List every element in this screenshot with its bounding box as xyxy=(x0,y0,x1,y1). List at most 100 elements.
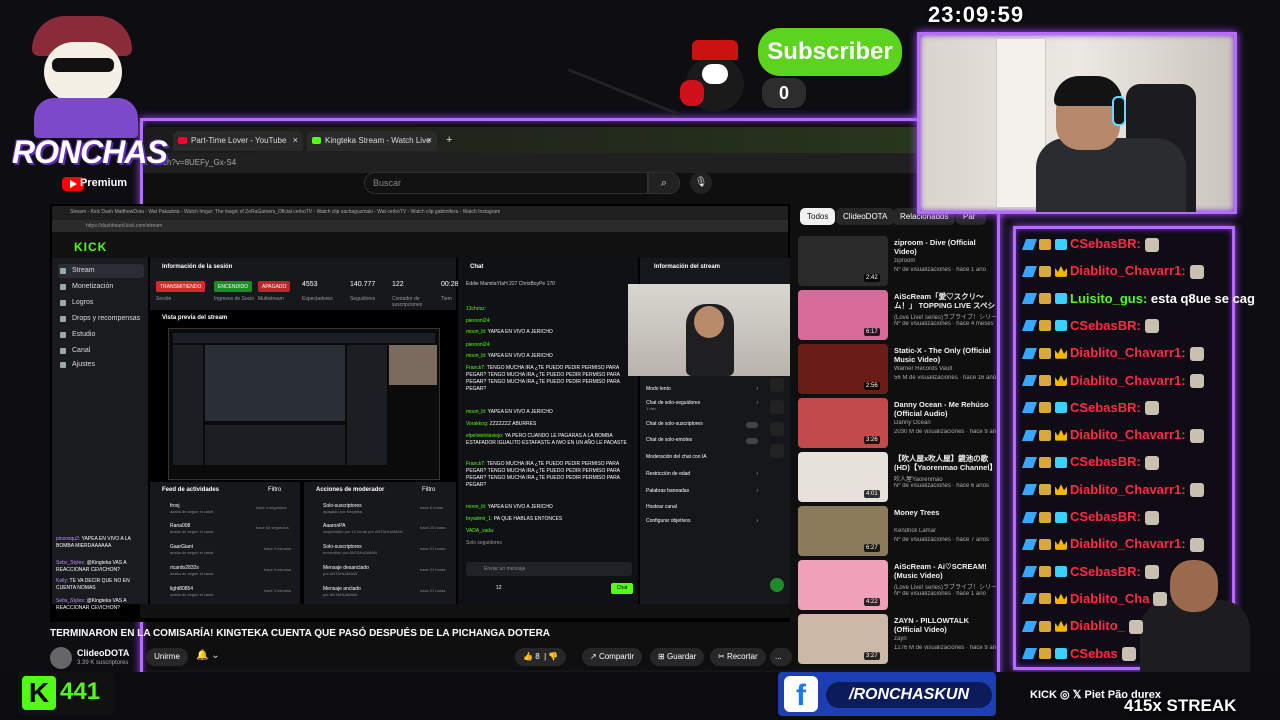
mod-item: Solo-suscriptores encendido por ANTAHUAMA… xyxy=(323,544,377,555)
crown-icon xyxy=(1055,375,1067,387)
channel-avatar[interactable] xyxy=(50,647,72,669)
chat-viewer-figure xyxy=(1140,600,1250,680)
kick-logo: KICK xyxy=(74,240,108,254)
chat-settings-item[interactable]: Modo lento › xyxy=(646,386,758,392)
chat-username: Diablito_Chavarr1: xyxy=(1070,263,1186,279)
wrench-icon[interactable] xyxy=(770,444,784,458)
chat-badges xyxy=(1021,238,1070,252)
search-button[interactable]: ⌕ xyxy=(648,172,680,194)
chat-message: CSebas xyxy=(1021,645,1136,664)
video-meta: 56 M de visualizaciones · hace 16 años xyxy=(894,375,996,381)
filter-chip-all[interactable]: Todos xyxy=(800,208,836,225)
video-duration: 6:27 xyxy=(864,544,880,552)
chat-send-button[interactable]: Chat xyxy=(611,583,633,594)
support-icon[interactable] xyxy=(770,578,784,592)
chat-line: moon_lit: YAPEA EN VIVO A JERICHO xyxy=(466,409,553,415)
related-video-item[interactable]: 6:27 Money Trees Kendrick Lamar Nº de visua… xyxy=(798,506,998,558)
chat-settings-item[interactable]: Hostear canal xyxy=(646,504,758,510)
related-video-item[interactable]: 4:22 AiScReam - Ai♡SCREAM! (Music Video) (… xyxy=(798,560,998,612)
video-title[interactable]: Money Trees xyxy=(894,508,996,517)
chat-username: CSebas xyxy=(1070,645,1118,661)
subscriber-badge-icon xyxy=(1039,238,1051,250)
save-button[interactable]: ⊞ Guardar xyxy=(650,648,705,666)
chat-settings-item[interactable]: Configurar objetivos › xyxy=(646,518,758,524)
video-title[interactable]: AiScReam - Ai♡SCREAM! (Music Video) xyxy=(894,562,996,580)
stat-value: 122 xyxy=(392,281,404,288)
chat-settings-item[interactable]: Moderación del chat con IA xyxy=(646,454,758,460)
stat-label: Espectadores xyxy=(302,296,333,302)
crown-icon xyxy=(1055,593,1067,605)
verified-icon xyxy=(1021,456,1038,468)
chat-message: CSebasBR: xyxy=(1021,564,1159,582)
subscribers-only-toggle[interactable] xyxy=(746,422,758,428)
subscriber-badge-icon xyxy=(1039,347,1051,359)
close-tab-icon[interactable]: × xyxy=(427,135,432,145)
stat-value: 00:28 xyxy=(441,281,459,288)
kick-follower-count: 441 xyxy=(60,678,101,705)
video-channel: 吹人屋Yaorenmao xyxy=(894,477,943,483)
address-bar[interactable]: ch?v=8UEFy_Gx-S4 xyxy=(143,153,1003,173)
chat-badges xyxy=(1021,538,1070,552)
video-meta: Nº de visualizaciones · hace 1 año xyxy=(894,267,986,273)
tools-icon[interactable] xyxy=(770,422,784,436)
inner-address-bar: https://dashboard.kick.com/stream xyxy=(52,220,788,232)
feed-item: Rana008 acaba de seguir el canal xyxy=(170,523,214,534)
chat-settings-item[interactable]: Restricción de edad › xyxy=(646,471,758,477)
session-title: Información de la sesión xyxy=(162,264,233,270)
video-duration: 6:17 xyxy=(864,328,880,336)
chat-line: bryadmir_1: PA QUE HABLAS ENTONCES xyxy=(466,516,563,522)
mod-title: Acciones de moderador xyxy=(316,487,385,493)
chat-message-input[interactable]: Enviar un mensaje xyxy=(466,562,632,576)
voice-search-icon[interactable]: 🎙 xyxy=(690,172,712,194)
share-button[interactable]: ↗ Compartir xyxy=(582,648,643,666)
chat-settings-item[interactable]: Chat de solo-seguidores 1 min › xyxy=(646,400,758,411)
related-video-item[interactable]: 2:56 Static-X - The Only (Official Music … xyxy=(798,344,998,396)
video-meta: 2030 M de visualizaciones · hace 9 años xyxy=(894,429,996,435)
emotes-only-toggle[interactable] xyxy=(746,438,758,444)
more-options-button[interactable]: ... xyxy=(770,648,792,666)
related-video-item[interactable]: 6:17 AiScReam「愛♡スクリ～ム！」 TOPPING LIVE スペシャ… xyxy=(798,290,998,342)
chat-settings-item[interactable]: Chat de solo-suscriptores xyxy=(646,421,758,427)
channel-name[interactable]: ClideoDOTA xyxy=(77,648,129,658)
gem-icon xyxy=(1055,238,1067,250)
feed-filter-button[interactable]: Filtro xyxy=(268,487,281,493)
gem-icon xyxy=(1055,320,1067,332)
stat-label: Ingresos de Socio xyxy=(214,296,255,302)
verified-icon xyxy=(1021,620,1038,632)
chat-badges xyxy=(1021,565,1070,579)
new-tab-button[interactable]: + xyxy=(441,131,459,151)
chat-line: Vorakkog: ZZZZZZZ ABURRES xyxy=(466,421,537,427)
chat-settings-item[interactable]: Palabras baneadas › xyxy=(646,488,758,494)
streak-counter: 415x STREAK xyxy=(1124,696,1237,715)
video-title[interactable]: 【吹人屋x吹人屋】鏡池の歌 (HD)【Yaorenmao Channel】 xyxy=(894,454,996,472)
video-title[interactable]: ziproom - Dive (Official Video) xyxy=(894,238,996,256)
video-title[interactable]: AiScReam「愛♡スクリ～ム！」 TOPPING LIVE スペシャルVer… xyxy=(894,292,996,310)
video-title[interactable]: ZAYN - PILLOWTALK (Official Video) xyxy=(894,616,996,634)
broadcast-icon[interactable] xyxy=(770,400,784,414)
filter-chip-channel[interactable]: ClideoDOTA xyxy=(836,208,895,225)
subscriber-label: Subscriber xyxy=(758,28,902,76)
related-video-item[interactable]: 2:42 ziproom - Dive (Official Video) zipro… xyxy=(798,236,998,288)
gem-icon xyxy=(1055,511,1067,523)
video-title[interactable]: Danny Ocean - Me Rehúso (Official Audio) xyxy=(894,400,996,418)
feed-item: light80854 acaba de seguir el canal xyxy=(170,586,214,597)
like-button[interactable]: 👍 8 | 👎 xyxy=(515,648,567,666)
preview-sidebar xyxy=(173,345,203,465)
browser-tab-kick[interactable]: Kingteka Stream - Watch Live × xyxy=(307,131,437,151)
related-video-item[interactable]: 3:26 Danny Ocean - Me Rehúso (Official Au… xyxy=(798,398,998,450)
chat-line: pierooni24: xyxy=(466,318,491,324)
related-video-item[interactable]: 3:27 ZAYN - PILLOWTALK (Official Video) za… xyxy=(798,614,998,666)
chat-settings-item[interactable]: Chat de solo-emotes xyxy=(646,437,758,443)
mod-filter-button[interactable]: Filtro xyxy=(422,487,435,493)
video-title[interactable]: Static-X - The Only (Official Music Vide… xyxy=(894,346,996,364)
verified-icon xyxy=(1021,566,1038,578)
clip-button[interactable]: ✂ Recortar xyxy=(710,648,766,666)
related-video-item[interactable]: 4:01 【吹人屋x吹人屋】鏡池の歌 (HD)【Yaorenmao Channel… xyxy=(798,452,998,504)
facebook-handle: /RONCHASKUN xyxy=(826,682,992,708)
join-button[interactable]: Unirme xyxy=(146,648,188,666)
browser-tab-youtube[interactable]: Part-Time Lover - YouTube × xyxy=(173,131,303,151)
search-input[interactable]: Buscar xyxy=(364,172,648,194)
close-tab-icon[interactable]: × xyxy=(293,135,298,145)
notification-bell-icon[interactable]: 🔔 ⌄ xyxy=(196,650,220,661)
chat-icon[interactable] xyxy=(770,378,784,392)
